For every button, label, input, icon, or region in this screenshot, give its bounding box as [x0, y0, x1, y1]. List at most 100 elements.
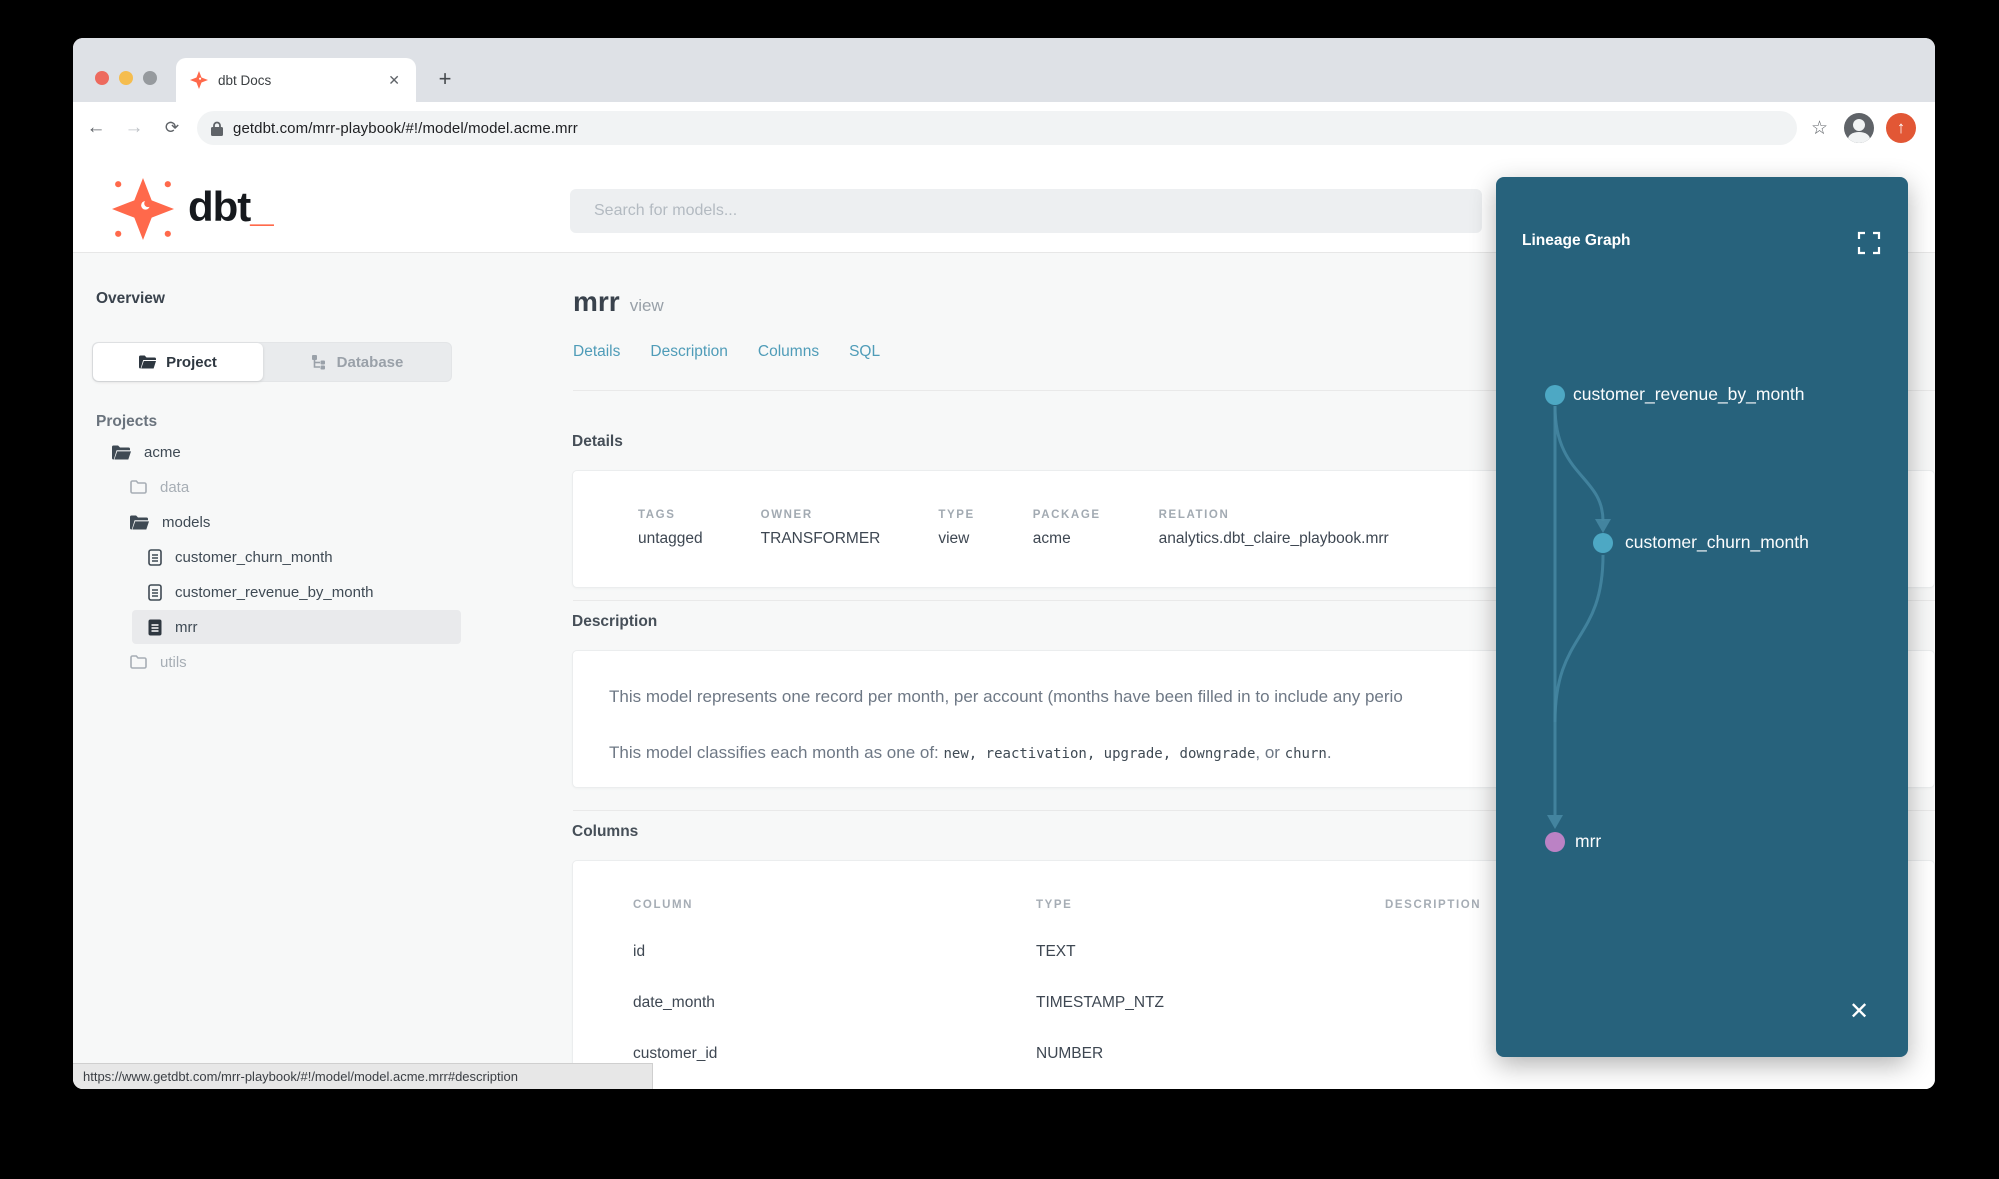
field-value: TRANSFORMER — [760, 530, 881, 547]
arrowhead-icon — [1595, 519, 1611, 533]
folder-closed-icon — [130, 655, 147, 669]
model-type-badge: view — [629, 296, 664, 315]
tree-item-label: mrr — [175, 618, 198, 636]
lineage-graph-canvas[interactable] — [1496, 177, 1908, 1057]
tree-item-models[interactable]: models — [130, 505, 210, 539]
tab-database-label: Database — [336, 353, 404, 371]
node-customer-churn-month[interactable] — [1593, 533, 1613, 553]
tree-item-label: acme — [144, 443, 181, 461]
tree-item-label: utils — [160, 653, 187, 671]
avatar-body — [1848, 132, 1871, 143]
tab-columns[interactable]: Columns — [758, 343, 819, 361]
code-churn: churn — [1284, 746, 1327, 762]
new-tab-button[interactable]: + — [431, 66, 459, 94]
cell-column: customer_id — [633, 1045, 718, 1062]
dbt-favicon-icon — [190, 71, 208, 89]
sidebar-view-switch: Project Database — [92, 342, 452, 382]
tab-project[interactable]: Project — [93, 343, 263, 381]
address-bar[interactable]: getdbt.com/mrr-playbook/#!/model/model.a… — [197, 111, 1797, 145]
field-relation: RELATION analytics.dbt_claire_playbook.m… — [1159, 509, 1389, 548]
browser-update-icon[interactable]: ↑ — [1886, 113, 1917, 143]
dbt-logo[interactable]: dbt_ — [112, 178, 274, 240]
tab-close-icon[interactable]: ✕ — [386, 72, 402, 89]
reload-icon[interactable]: ⟳ — [157, 113, 187, 143]
code-new: new — [943, 746, 969, 762]
browser-tab-strip: dbt Docs ✕ + — [73, 38, 1935, 102]
close-window-button[interactable] — [95, 71, 109, 85]
node-mrr[interactable] — [1545, 832, 1565, 852]
back-icon[interactable]: ← — [81, 113, 111, 143]
tab-details[interactable]: Details — [573, 343, 620, 361]
cell-column: id — [633, 943, 646, 960]
tab-database[interactable]: Database — [263, 343, 451, 381]
description-paragraph-1: This model represents one record per mon… — [609, 687, 1403, 706]
folder-closed-icon — [130, 480, 147, 494]
logo-text: dbt_ — [188, 183, 274, 230]
file-icon — [148, 583, 162, 601]
model-title: mrr view — [573, 286, 664, 318]
field-value: analytics.dbt_claire_playbook.mrr — [1158, 530, 1389, 547]
field-label: PACKAGE — [1032, 509, 1101, 521]
description-paragraph-2: This model classifies each month as one … — [609, 743, 1332, 762]
browser-window: dbt Docs ✕ + ← → ⟳ getdbt.com/mrr-playbo… — [73, 38, 1935, 1089]
node-label-customer-churn-month[interactable]: customer_churn_month — [1625, 532, 1809, 553]
field-type: TYPE view — [938, 509, 974, 548]
close-icon[interactable]: ✕ — [1844, 997, 1874, 1027]
tab-sql[interactable]: SQL — [849, 343, 880, 361]
folder-open-icon — [130, 515, 149, 529]
cell-column: date_month — [633, 994, 715, 1011]
tree-item-label: data — [160, 478, 190, 496]
columns-heading: Columns — [572, 823, 639, 840]
search-input[interactable] — [570, 189, 1482, 233]
projects-heading: Projects — [96, 413, 158, 430]
lineage-graph-panel: Lineage Graph customer_revenue_by_month … — [1496, 177, 1908, 1057]
database-tree-icon — [311, 355, 325, 370]
column-header-type: TYPE — [1036, 899, 1073, 911]
lock-icon — [211, 121, 223, 136]
tree-item-acme[interactable]: acme — [112, 435, 181, 469]
status-bar-url: https://www.getdbt.com/mrr-playbook/#!/m… — [73, 1063, 653, 1089]
bookmark-star-icon[interactable]: ☆ — [1811, 117, 1828, 140]
field-label: TAGS — [638, 509, 676, 521]
node-label-customer-revenue-by-month[interactable]: customer_revenue_by_month — [1573, 384, 1805, 405]
tab-title: dbt Docs — [218, 72, 272, 88]
details-heading: Details — [572, 433, 623, 450]
tree-item-mrr[interactable]: mrr — [148, 610, 198, 644]
tree-item-data[interactable]: data — [130, 470, 189, 504]
minimize-window-button[interactable] — [119, 71, 133, 85]
overview-heading: Overview — [96, 290, 165, 307]
browser-tab[interactable]: dbt Docs ✕ — [176, 58, 416, 102]
cell-type: TEXT — [1036, 943, 1076, 960]
description-heading: Description — [572, 613, 658, 630]
cell-type: TIMESTAMP_NTZ — [1036, 994, 1165, 1011]
url-text: getdbt.com/mrr-playbook/#!/model/model.a… — [233, 119, 578, 137]
field-tags: TAGS untagged — [638, 509, 703, 548]
node-label-mrr[interactable]: mrr — [1575, 831, 1601, 852]
node-customer-revenue-by-month[interactable] — [1545, 385, 1565, 405]
field-value: acme — [1032, 530, 1071, 547]
field-value: view — [938, 530, 970, 547]
field-label: RELATION — [1158, 509, 1230, 521]
tab-project-label: Project — [166, 353, 217, 371]
tree-item-utils[interactable]: utils — [130, 645, 187, 679]
profile-avatar[interactable] — [1844, 113, 1875, 143]
model-nav-tabs: Details Description Columns SQL — [573, 343, 880, 361]
field-package: PACKAGE acme — [1033, 509, 1101, 548]
column-header-description: DESCRIPTION — [1385, 899, 1482, 911]
tree-item-customer-revenue-by-month[interactable]: customer_revenue_by_month — [148, 575, 373, 609]
file-selected-icon — [148, 619, 162, 635]
code-upgrade: upgrade — [1103, 746, 1163, 762]
field-label: OWNER — [760, 509, 813, 521]
file-icon — [148, 548, 162, 566]
logo-cursor: _ — [250, 183, 273, 230]
tab-description[interactable]: Description — [650, 343, 728, 361]
avatar-head — [1853, 119, 1866, 131]
zoom-window-button[interactable] — [143, 71, 157, 85]
tree-item-label: customer_churn_month — [175, 548, 333, 566]
forward-icon[interactable]: → — [119, 113, 149, 143]
tree-item-customer-churn-month[interactable]: customer_churn_month — [148, 540, 333, 574]
screen: dbt Docs ✕ + ← → ⟳ getdbt.com/mrr-playbo… — [0, 0, 1999, 1179]
column-header-column: COLUMN — [633, 899, 694, 911]
edge-churn-to-mrr — [1553, 554, 1605, 723]
arrowhead-icon — [1547, 815, 1563, 829]
